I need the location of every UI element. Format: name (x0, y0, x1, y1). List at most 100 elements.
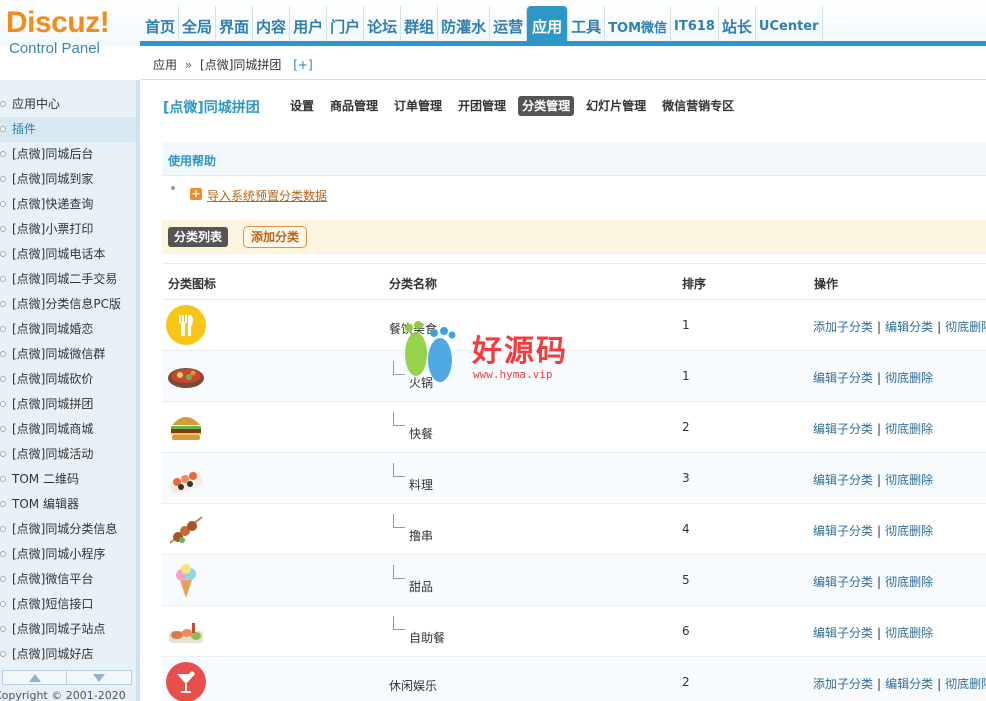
plugin-tab[interactable]: 微信营销专区 (658, 96, 738, 116)
row-action-link[interactable]: 彻底删除 (885, 524, 933, 538)
row-action-link[interactable]: 编辑子分类 (813, 473, 873, 487)
nav-item-7[interactable]: 群组 (401, 6, 439, 42)
sidebar-item[interactable]: [点微]同城商城 (0, 417, 136, 442)
nav-item-4[interactable]: 用户 (290, 6, 328, 42)
bullet-icon (0, 451, 6, 457)
sidebar-item[interactable]: [点微]分类信息PC版 (0, 292, 136, 317)
sidebar-item[interactable]: [点微]同城微信群 (0, 342, 136, 367)
help-title: 使用帮助 (168, 154, 217, 168)
sidebar-item[interactable]: [点微]同城二手交易 (0, 267, 136, 292)
bullet-icon (0, 551, 6, 557)
sidebar-item[interactable]: [点微]短信接口 (0, 592, 136, 617)
logo[interactable]: Discuz! (6, 6, 110, 40)
category-name: 撸串 (409, 529, 434, 543)
bullet-icon (0, 301, 6, 307)
row-action-link[interactable]: 彻底删除 (945, 677, 986, 691)
nav-item-11[interactable]: 工具 (568, 6, 606, 42)
row-action-link[interactable]: 编辑子分类 (813, 371, 873, 385)
bullet-icon (0, 476, 6, 482)
nav-item-14[interactable]: 站长 (719, 6, 756, 42)
sidebar-item[interactable]: TOM 编辑器 (0, 492, 136, 517)
sidebar-item[interactable]: [点微]同城子站点 (0, 617, 136, 642)
row-action-link[interactable]: 彻底删除 (885, 371, 933, 385)
nav-item-2[interactable]: 界面 (216, 6, 254, 42)
sidebar-scroll-up-button[interactable] (2, 670, 68, 685)
nav-item-6[interactable]: 论坛 (364, 6, 402, 42)
table-row: 火锅 1 编辑子分类 | 彻底删除 (162, 350, 986, 401)
sidebar-item[interactable]: [点微]同城婚恋 (0, 317, 136, 342)
sidebar-item[interactable]: 插件 (0, 117, 136, 142)
sidebar-item-label: [点微]同城子站点 (12, 622, 106, 636)
plugin-tabs: 设置 商品管理 订单管理 开团管理 分类管理 幻灯片管理 微信营销专区 (286, 96, 746, 116)
sidebar-item[interactable]: [点微]同城到家 (0, 167, 136, 192)
row-action-link[interactable]: 编辑子分类 (813, 524, 873, 538)
row-action-link[interactable]: 编辑分类 (885, 677, 933, 691)
row-action-link[interactable]: 彻底删除 (885, 626, 933, 640)
sidebar-item[interactable]: [点微]同城小程序 (0, 542, 136, 567)
action-bar: 分类列表 添加分类 (162, 220, 986, 254)
plugin-tab[interactable]: 设置 (286, 96, 318, 116)
table-row: 自助餐 6 编辑子分类 | 彻底删除 (162, 605, 986, 656)
add-shortcut-button[interactable]: [+] (293, 58, 312, 72)
sidebar-item[interactable]: [点微]同城电话本 (0, 242, 136, 267)
sidebar-item[interactable]: [点微]同城分类信息 (0, 517, 136, 542)
logo-subtitle: Control Panel (9, 40, 100, 57)
category-list-button[interactable]: 分类列表 (168, 227, 229, 247)
bullet-icon (0, 576, 6, 582)
sidebar-item[interactable]: [点微]同城活动 (0, 442, 136, 467)
sidebar-item[interactable]: TOM 二维码 (0, 467, 136, 492)
nav-item-15[interactable]: UCenter (756, 6, 823, 42)
plugin-tab[interactable]: 商品管理 (326, 96, 382, 116)
category-name: 快餐 (409, 427, 434, 441)
sidebar-item[interactable]: [点微]同城后台 (0, 142, 136, 167)
burger-icon (171, 417, 201, 440)
plugin-tab[interactable]: 订单管理 (390, 96, 446, 116)
sidebar-item-label: [点微]小票打印 (12, 222, 94, 236)
sidebar-item[interactable]: [点微]同城好店 (0, 642, 136, 667)
row-action-link[interactable]: 彻底删除 (945, 320, 986, 334)
sidebar-item[interactable]: [点微]同城砍价 (0, 367, 136, 392)
plugin-tab[interactable]: 幻灯片管理 (582, 96, 650, 116)
sidebar-item-label: [点微]同城分类信息 (12, 522, 118, 536)
header-ops: 操作 (814, 277, 839, 291)
add-category-button[interactable]: 添加分类 (243, 226, 308, 248)
row-action-link[interactable]: 添加子分类 (813, 320, 873, 334)
category-name: 休闲娱乐 (389, 679, 438, 693)
sidebar-item[interactable]: [点微]快递查询 (0, 192, 136, 217)
category-order: 1 (682, 318, 690, 332)
table-row: 休闲娱乐2添加子分类|编辑分类|彻底删除 (162, 656, 986, 701)
row-action-link[interactable]: 彻底删除 (885, 473, 933, 487)
category-order: 6 (682, 624, 690, 638)
import-preset-link[interactable]: 导入系统预置分类数据 (207, 187, 327, 204)
row-action-link[interactable]: 彻底删除 (885, 422, 933, 436)
sidebar-item-label: [点微]分类信息PC版 (12, 297, 121, 311)
row-action-link[interactable]: 彻底删除 (885, 575, 933, 589)
sidebar-item[interactable]: [点微]微信平台 (0, 567, 136, 592)
arrow-down-icon (93, 673, 105, 682)
breadcrumb-root[interactable]: 应用 (153, 58, 177, 72)
plugin-tab[interactable]: 分类管理 (518, 96, 575, 116)
sidebar-item-label: [点微]同城小程序 (12, 547, 106, 561)
row-action-link[interactable]: 添加子分类 (813, 677, 873, 691)
nav-item-8[interactable]: 防灌水 (438, 6, 491, 42)
sidebar-scroll-down-button[interactable] (66, 670, 132, 685)
nav-item-10[interactable]: 应用 (527, 6, 569, 42)
nav-item-1[interactable]: 全局 (179, 6, 217, 42)
row-action-link[interactable]: 编辑分类 (885, 320, 933, 334)
sidebar-item[interactable]: [点微]同城拼团 (0, 392, 136, 417)
category-order: 2 (682, 675, 690, 689)
row-action-link[interactable]: 编辑子分类 (813, 575, 873, 589)
sidebar-item[interactable]: 应用中心 (0, 92, 136, 117)
plugin-tab[interactable]: 开团管理 (454, 96, 510, 116)
nav-item-9[interactable]: 运营 (490, 6, 528, 42)
nav-item-5[interactable]: 门户 (327, 6, 365, 42)
sidebar-item[interactable]: [点微]小票打印 (0, 217, 136, 242)
nav-item-12[interactable]: TOM微信 (605, 6, 672, 42)
nav-item-0[interactable]: 首页 (142, 6, 180, 42)
row-action-link[interactable]: 编辑子分类 (813, 422, 873, 436)
row-action-link[interactable]: 编辑子分类 (813, 626, 873, 640)
nav-item-3[interactable]: 内容 (253, 6, 291, 42)
bullet-icon (0, 601, 6, 607)
nav-item-13[interactable]: IT618 (671, 6, 719, 42)
row-actions: 编辑子分类 | 彻底删除 (813, 624, 933, 641)
